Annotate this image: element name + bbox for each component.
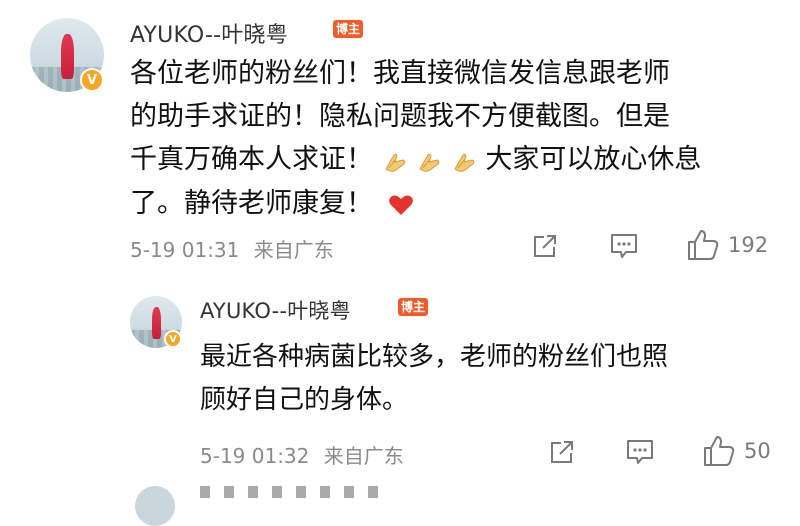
comment-icon — [627, 440, 653, 464]
thumbs-up-icon — [704, 436, 735, 466]
share-icon — [534, 235, 556, 257]
comment-meta: 5-19 01:32 来自广东 — [200, 440, 404, 469]
verified-icon: V — [164, 330, 182, 348]
comment-text: 各位老师的粉丝们！我直接微信发信息跟老师 的助手求证的！隐私问题我不方便截图。但… — [130, 52, 701, 225]
like-button[interactable]: 50 — [702, 434, 771, 468]
username[interactable]: AYUKO--叶晓粤 — [200, 295, 351, 325]
comment-line-part: 了。静待老师康复！ — [130, 188, 373, 219]
share-icon — [551, 441, 573, 463]
avatar-figure — [61, 34, 75, 79]
comment-button[interactable] — [609, 232, 639, 260]
like-count: 50 — [744, 439, 771, 463]
clapping-hands-icon — [384, 153, 405, 172]
clapping-hands-icon — [454, 153, 475, 172]
comment-line: 千真万确本人求证！ 大家可以放心休息 — [130, 138, 701, 182]
verified-icon: V — [80, 68, 104, 92]
timestamp: 5-19 01:31 — [130, 238, 240, 262]
comment-line-part: 千真万确本人求证！ — [130, 144, 373, 175]
comment-button[interactable] — [625, 438, 655, 466]
avatar-figure — [151, 307, 162, 339]
comment-line-part: 大家可以放心休息 — [485, 144, 702, 175]
like-count: 192 — [728, 233, 769, 257]
comment-meta: 5-19 01:31 来自广东 — [130, 234, 334, 263]
timestamp: 5-19 01:32 — [200, 444, 310, 468]
comment-line: 的助手求证的！隐私问题我不方便截图。但是 — [130, 101, 670, 132]
clapping-hands-icon — [419, 153, 440, 172]
location: 来自广东 — [253, 238, 334, 262]
avatar[interactable] — [135, 486, 175, 526]
comment-text: 最近各种病菌比较多，老师的粉丝们也照 顾好自己的身体。 — [200, 336, 668, 422]
location: 来自广东 — [323, 444, 404, 468]
comment-line: 了。静待老师康复！ — [130, 182, 701, 225]
comment-line: 顾好自己的身体。 — [200, 385, 409, 415]
author-badge: 博主 — [333, 20, 364, 38]
username — [200, 486, 380, 498]
comment-line: 各位老师的粉丝们！我直接微信发信息跟老师 — [130, 58, 670, 89]
share-button[interactable] — [531, 232, 559, 260]
share-button[interactable] — [548, 438, 576, 466]
username[interactable]: AYUKO--叶晓粤 — [130, 17, 288, 49]
like-button[interactable]: 192 — [686, 228, 768, 262]
thumbs-up-icon — [688, 230, 719, 260]
red-heart-icon — [388, 194, 413, 215]
author-badge: 博主 — [398, 298, 429, 316]
comment-icon — [611, 234, 637, 258]
clapping-hands-group — [382, 139, 477, 182]
comment-line: 最近各种病菌比较多，老师的粉丝们也照 — [200, 342, 669, 372]
